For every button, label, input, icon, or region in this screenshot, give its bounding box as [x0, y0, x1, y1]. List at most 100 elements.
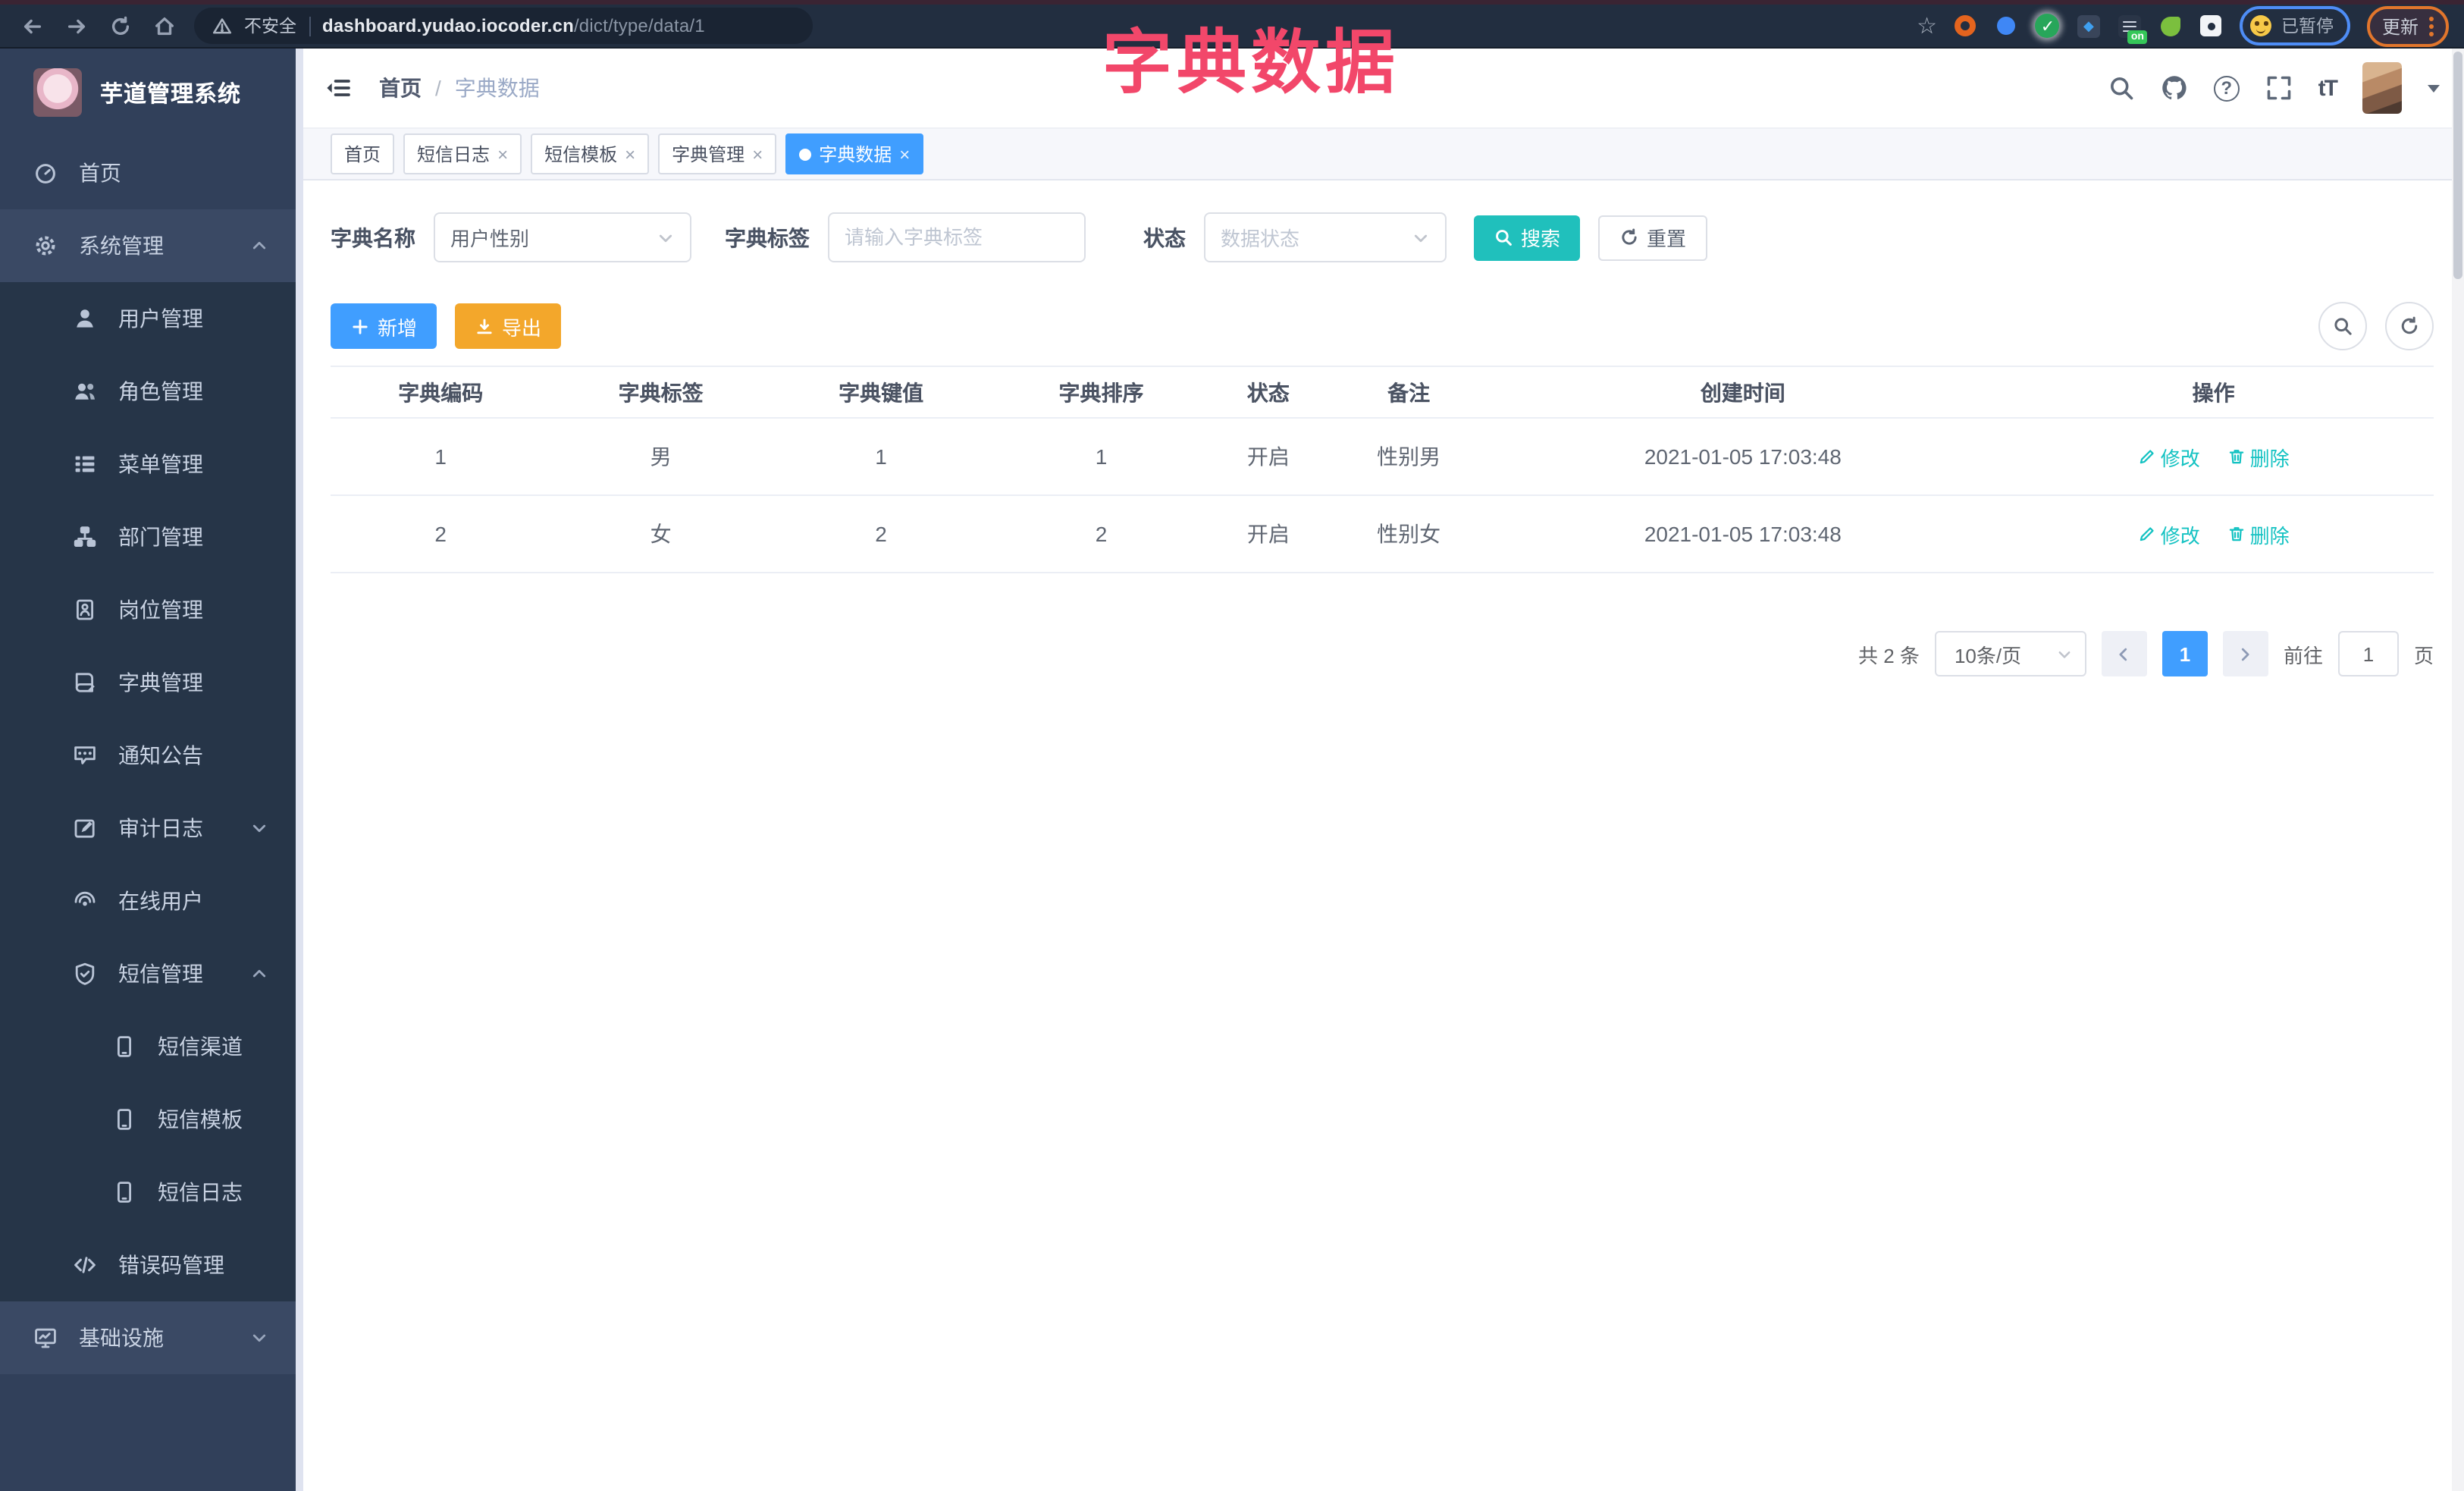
table-toolbar: 新增 导出	[331, 302, 2434, 350]
user-avatar[interactable]	[2362, 62, 2402, 114]
edit-link[interactable]: 修改	[2138, 442, 2200, 471]
app-title: 芋道管理系统	[100, 81, 242, 107]
sidebar-item-sms-log[interactable]: 短信日志	[0, 1156, 296, 1229]
sidebar-item-dict-management[interactable]: 字典管理	[0, 646, 296, 719]
add-button[interactable]: 新增	[331, 303, 437, 349]
help-icon[interactable]: ?	[2213, 75, 2240, 101]
reset-button[interactable]: 重置	[1598, 215, 1708, 260]
sidebar-item-error-code-management[interactable]: 错误码管理	[0, 1229, 296, 1301]
adblock-extension-icon[interactable]	[1954, 14, 1978, 38]
browser-toolbar: 不安全 dashboard.yudao.iocoder.cn/dict/type…	[0, 0, 2464, 49]
browser-update-button[interactable]: 更新	[2366, 5, 2449, 46]
close-icon[interactable]: ×	[899, 145, 910, 163]
tab-home[interactable]: 首页	[331, 133, 395, 174]
fullscreen-icon[interactable]	[2265, 74, 2293, 102]
paused-label: 已暂停	[2281, 18, 2334, 36]
close-icon[interactable]: ×	[497, 145, 508, 163]
home-icon[interactable]	[153, 14, 176, 37]
sidebar-item-online-users[interactable]: 在线用户	[0, 865, 296, 937]
scrollbar-thumb[interactable]	[2453, 52, 2462, 279]
puzzle-extension-icon[interactable]	[2199, 14, 2224, 38]
breadcrumb: 首页 / 字典数据	[379, 73, 540, 103]
code-icon	[73, 1253, 97, 1277]
sidebar-item-dept-management[interactable]: 部门管理	[0, 501, 296, 573]
search-icon[interactable]	[2108, 74, 2135, 102]
avatar-dropdown-caret[interactable]	[2428, 84, 2440, 92]
next-page-button[interactable]	[2222, 631, 2268, 676]
chevron-down-icon	[1412, 228, 1430, 246]
sidebar-item-sms-channel[interactable]: 短信渠道	[0, 1010, 296, 1083]
phone-icon	[112, 1034, 136, 1059]
status-label: 状态	[1143, 225, 1186, 250]
org-tree-icon	[73, 525, 97, 549]
bookmark-star-icon[interactable]: ☆	[1917, 14, 1937, 37]
dict-name-select[interactable]: 用户性别	[434, 212, 691, 262]
browser-scrollbar[interactable]	[2452, 49, 2464, 1491]
refresh-table-button[interactable]	[2385, 302, 2434, 350]
sidebar-group-audit-log[interactable]: 审计日志	[0, 792, 296, 865]
emoji-extension-icon	[2250, 15, 2272, 36]
sidebar-item-menu-management[interactable]: 菜单管理	[0, 428, 296, 501]
chevron-down-icon	[657, 228, 675, 246]
font-size-icon[interactable]: tT	[2318, 75, 2338, 101]
col-dict-code: 字典编码	[331, 366, 551, 419]
app-topbar: 首页 / 字典数据 ? tT	[303, 49, 2464, 127]
address-separator	[309, 16, 310, 36]
chevron-up-icon	[250, 237, 268, 255]
edit-link[interactable]: 修改	[2138, 519, 2200, 548]
github-icon[interactable]	[2161, 74, 2188, 102]
sidebar-scrollbar[interactable]	[296, 49, 303, 1491]
location-extension-icon[interactable]	[1993, 13, 2020, 39]
search-button[interactable]: 搜索	[1474, 215, 1581, 260]
sidebar-item-user-management[interactable]: 用户管理	[0, 282, 296, 355]
filter-form: 字典名称 用户性别 字典标签 状态 数据状态	[331, 212, 2434, 262]
delete-link[interactable]: 删除	[2227, 442, 2290, 471]
sidebar-item-role-management[interactable]: 角色管理	[0, 355, 296, 428]
sidebar-group-infrastructure[interactable]: 基础设施	[0, 1301, 296, 1374]
toggle-search-button[interactable]	[2318, 302, 2367, 350]
reload-icon[interactable]	[109, 14, 132, 37]
col-dict-value: 字典键值	[770, 366, 992, 419]
online-users-icon	[73, 889, 97, 913]
back-icon[interactable]	[21, 14, 44, 37]
prev-page-button[interactable]	[2101, 631, 2147, 676]
check-extension-icon[interactable]: ✓	[2035, 14, 2060, 38]
paused-extension-badge[interactable]: 已暂停	[2240, 6, 2350, 46]
close-icon[interactable]: ×	[625, 145, 635, 163]
pagination: 共 2 条 10条/页 1 前往 页	[331, 631, 2434, 676]
sidebar-group-system-management[interactable]: 系统管理	[0, 209, 296, 282]
page-size-select[interactable]: 10条/页	[1934, 631, 2086, 676]
goto-page-input[interactable]	[2337, 631, 2399, 676]
kebab-menu-icon[interactable]	[2429, 16, 2434, 36]
export-button[interactable]: 导出	[455, 303, 562, 349]
sidebar-item-post-management[interactable]: 岗位管理	[0, 573, 296, 646]
app-logo-row[interactable]: 芋道管理系统	[0, 49, 296, 137]
sidebar-group-sms-management[interactable]: 短信管理	[0, 937, 296, 1010]
dict-label-label: 字典标签	[725, 225, 810, 250]
tab-dict-management[interactable]: 字典管理 ×	[658, 133, 777, 174]
delete-link[interactable]: 删除	[2227, 519, 2290, 548]
tab-dict-data[interactable]: 字典数据 ×	[785, 133, 924, 174]
dictionary-book-icon	[73, 670, 97, 695]
sidebar-item-sms-template[interactable]: 短信模板	[0, 1083, 296, 1156]
breadcrumb-home[interactable]: 首页	[379, 73, 422, 103]
onetab-extension-icon[interactable]: on	[2118, 14, 2147, 43]
tab-sms-log[interactable]: 短信日志 ×	[403, 133, 522, 174]
chevron-down-icon	[2056, 645, 2073, 662]
sidebar-item-home[interactable]: 首页	[0, 137, 296, 209]
page-number-1[interactable]: 1	[2161, 631, 2208, 676]
col-actions: 操作	[1993, 366, 2434, 419]
user-icon	[73, 306, 97, 331]
dict-name-label: 字典名称	[331, 225, 415, 250]
close-icon[interactable]: ×	[752, 145, 763, 163]
tab-sms-template[interactable]: 短信模板 ×	[531, 133, 650, 174]
sprout-extension-icon[interactable]	[2158, 14, 2183, 38]
dict-label-input[interactable]	[828, 212, 1086, 262]
status-select[interactable]: 数据状态	[1204, 212, 1447, 262]
table-header-row: 字典编码 字典标签 字典键值 字典排序 状态 备注 创建时间 操作	[331, 366, 2434, 419]
fold-sidebar-icon[interactable]	[324, 74, 352, 102]
address-bar[interactable]: 不安全 dashboard.yudao.iocoder.cn/dict/type…	[194, 8, 813, 44]
sidebar-item-notice-announcement[interactable]: 通知公告	[0, 719, 296, 792]
forward-icon[interactable]	[65, 14, 88, 37]
stats-extension-icon[interactable]	[2077, 14, 2101, 38]
